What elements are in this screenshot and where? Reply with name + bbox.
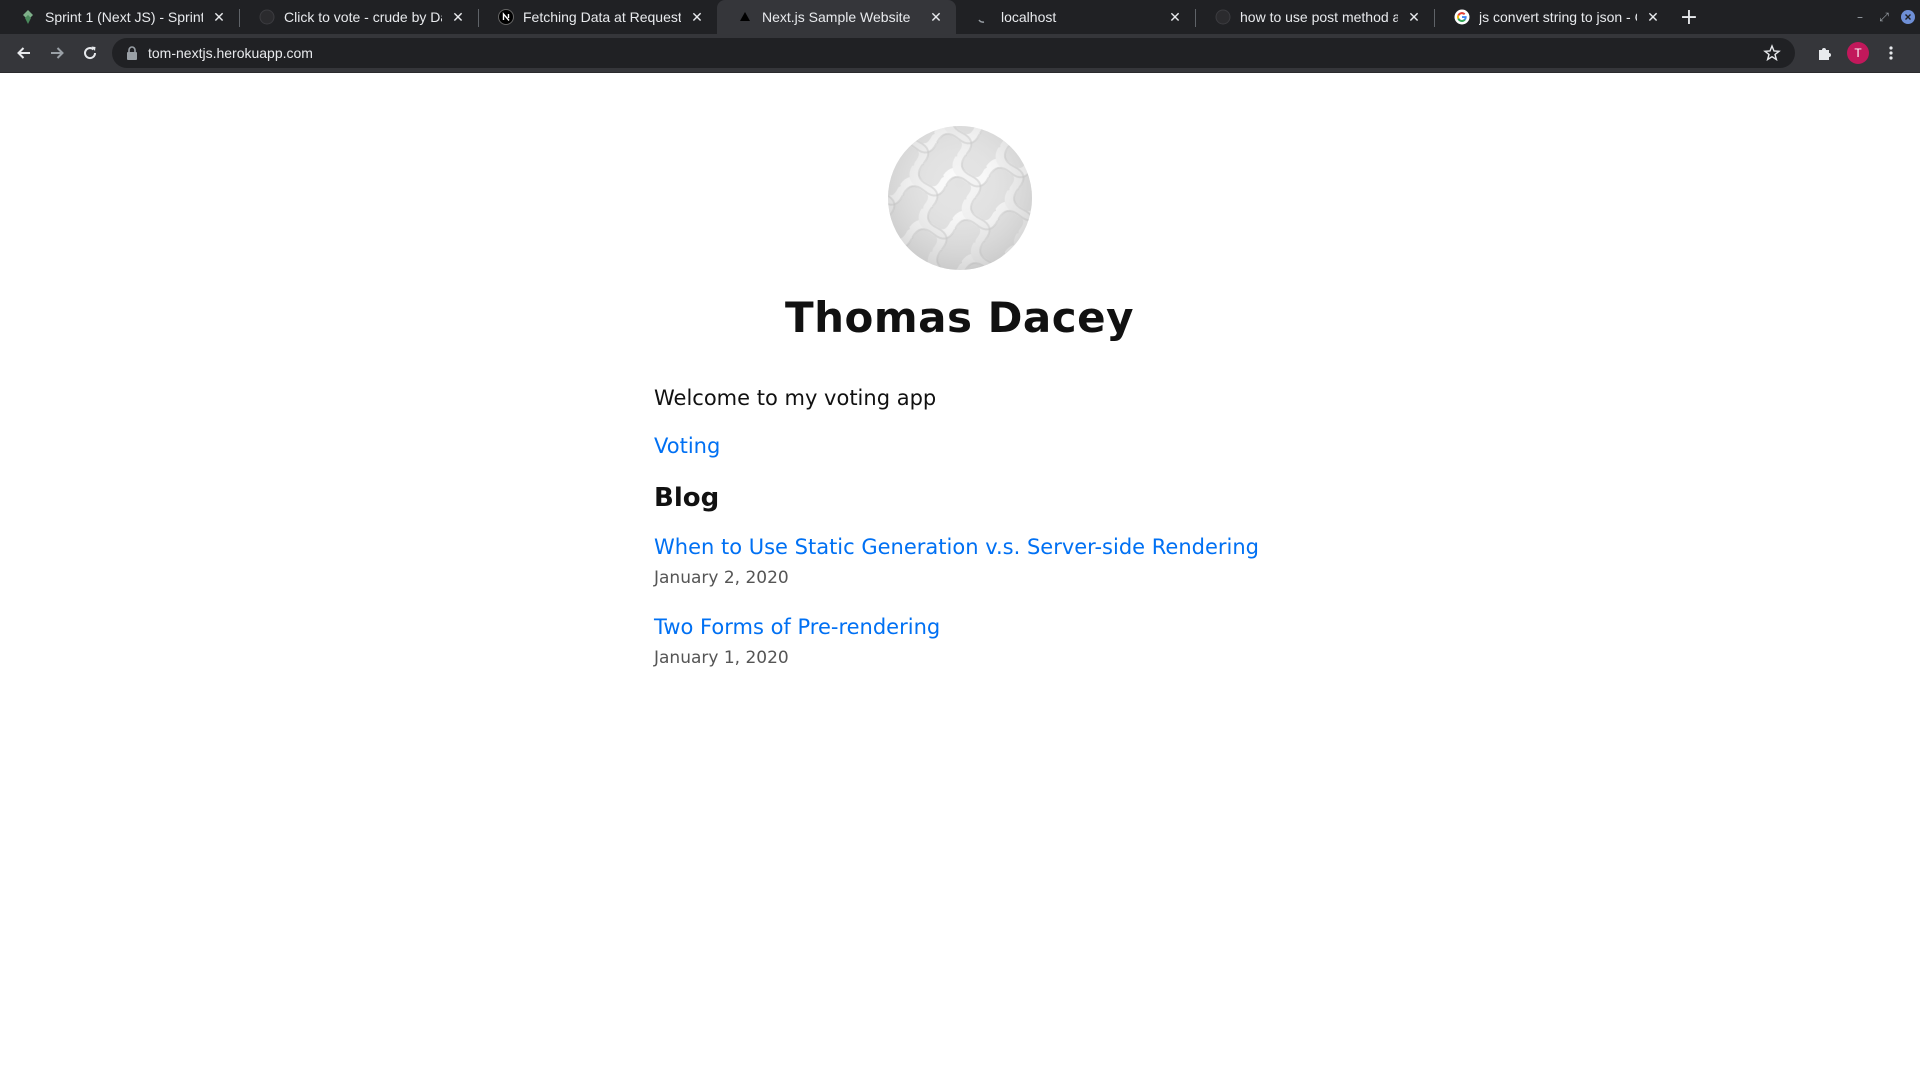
github-icon (1215, 9, 1231, 25)
close-icon[interactable]: ✕ (1643, 7, 1663, 27)
intro-section: Welcome to my voting app Voting (654, 386, 1265, 458)
close-icon[interactable]: ✕ (687, 7, 707, 27)
new-tab-button[interactable]: + (1673, 0, 1705, 34)
close-window-button[interactable] (1896, 9, 1920, 25)
close-icon[interactable]: ✕ (926, 7, 946, 27)
reload-button[interactable] (74, 37, 106, 69)
arrow-right-icon (51, 47, 64, 59)
jira-icon (20, 9, 36, 25)
tab-localhost[interactable]: localhost ✕ (956, 0, 1195, 34)
window-controls: – ⤢ (1848, 0, 1920, 34)
close-icon[interactable]: ✕ (209, 7, 229, 27)
close-icon[interactable]: ✕ (1165, 7, 1185, 27)
intro-text: Welcome to my voting app (654, 386, 937, 410)
tab-nextjs-sample[interactable]: Next.js Sample Website ✕ (717, 0, 956, 34)
minimize-icon[interactable]: – (1848, 10, 1872, 24)
arrow-left-icon (17, 47, 30, 59)
loading-icon (976, 9, 992, 25)
toolbar-right: T (1803, 37, 1907, 69)
plus-icon: + (1679, 4, 1699, 30)
tab-fetching-data[interactable]: Fetching Data at Request Time ✕ (478, 0, 717, 34)
vercel-icon (737, 9, 753, 25)
post-title-link[interactable]: Two Forms of Pre-rendering (654, 612, 1265, 642)
tab-title: localhost (1001, 9, 1057, 25)
bookmark-star-icon[interactable] (1763, 44, 1781, 62)
extensions-button[interactable] (1809, 37, 1841, 69)
blog-section: Blog When to Use Static Generation v.s. … (654, 480, 1265, 671)
close-icon[interactable]: ✕ (1404, 7, 1424, 27)
voting-link[interactable]: Voting (654, 434, 1265, 458)
profile-image (887, 126, 1032, 270)
site-header: Thomas Dacey (654, 72, 1265, 344)
close-icon[interactable]: ✕ (448, 7, 468, 27)
back-button[interactable] (8, 37, 40, 69)
tab-title: js convert string to json - Goo (1479, 9, 1637, 25)
browser-toolbar: tom-nextjs.herokuapp.com T (0, 34, 1920, 73)
tab-title: Sprint 1 (Next JS) - Sprint task (45, 9, 203, 25)
restore-icon[interactable]: ⤢ (1872, 10, 1896, 25)
post-date: January 1, 2020 (654, 648, 789, 668)
tab-title: how to use post method and (1240, 9, 1398, 25)
list-item: When to Use Static Generation v.s. Serve… (654, 532, 1265, 591)
lock-icon (127, 46, 137, 60)
tab-post-method[interactable]: how to use post method and ✕ (1195, 0, 1434, 34)
url-text: tom-nextjs.herokuapp.com (148, 45, 313, 61)
google-icon (1454, 9, 1470, 25)
tab-strip: Sprint 1 (Next JS) - Sprint task ✕ Click… (0, 0, 1920, 34)
list-item: Two Forms of Pre-rendering January 1, 20… (654, 612, 1265, 671)
tab-title: Next.js Sample Website (762, 9, 911, 25)
menu-button[interactable] (1875, 37, 1907, 69)
page-container: Thomas Dacey Welcome to my voting app Vo… (654, 72, 1265, 692)
nextjs-icon (498, 9, 514, 25)
more-vert-icon (1889, 46, 1893, 60)
tab-title: Fetching Data at Request Time (523, 9, 681, 25)
github-icon (259, 9, 275, 25)
reload-icon (84, 46, 97, 60)
forward-button[interactable] (41, 37, 73, 69)
tab-sprint[interactable]: Sprint 1 (Next JS) - Sprint task ✕ (0, 0, 239, 34)
tab-title: Click to vote - crude by Dacey (284, 9, 442, 25)
page-title: Thomas Dacey (784, 293, 1135, 342)
address-bar[interactable]: tom-nextjs.herokuapp.com (112, 38, 1795, 68)
puzzle-icon (1819, 48, 1831, 60)
profile-avatar[interactable]: T (1847, 42, 1869, 64)
tab-click-to-vote[interactable]: Click to vote - crude by Dacey ✕ (239, 0, 478, 34)
blog-heading: Blog (654, 483, 720, 513)
post-date: January 2, 2020 (654, 568, 789, 588)
post-title-link[interactable]: When to Use Static Generation v.s. Serve… (654, 532, 1265, 562)
tab-google-search[interactable]: js convert string to json - Goo ✕ (1434, 0, 1673, 34)
post-list: When to Use Static Generation v.s. Serve… (654, 532, 1265, 671)
